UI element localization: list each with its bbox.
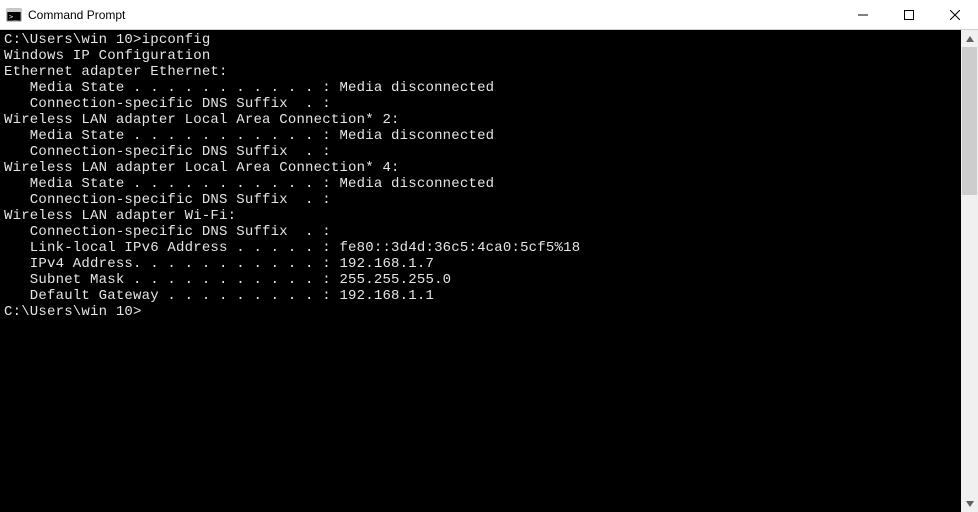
window-titlebar: >_ Command Prompt bbox=[0, 0, 978, 30]
output-line: Media State . . . . . . . . . . . : Medi… bbox=[4, 128, 957, 144]
content-area: C:\Users\win 10>ipconfigWindows IP Confi… bbox=[0, 30, 978, 512]
output-heading: Windows IP Configuration bbox=[4, 48, 957, 64]
adapter-header: Wireless LAN adapter Local Area Connecti… bbox=[4, 160, 957, 176]
adapter-header: Ethernet adapter Ethernet: bbox=[4, 64, 957, 80]
output-line: Default Gateway . . . . . . . . . : 192.… bbox=[4, 288, 957, 304]
prompt-line: C:\Users\win 10> bbox=[4, 304, 957, 320]
maximize-button[interactable] bbox=[886, 0, 932, 29]
window-title: Command Prompt bbox=[28, 8, 840, 22]
terminal-output[interactable]: C:\Users\win 10>ipconfigWindows IP Confi… bbox=[0, 30, 961, 512]
prompt-line: C:\Users\win 10>ipconfig bbox=[4, 32, 957, 48]
window-controls bbox=[840, 0, 978, 29]
close-button[interactable] bbox=[932, 0, 978, 29]
vertical-scrollbar[interactable] bbox=[961, 30, 978, 512]
output-line: Subnet Mask . . . . . . . . . . . : 255.… bbox=[4, 272, 957, 288]
scroll-up-button[interactable] bbox=[961, 30, 978, 47]
minimize-button[interactable] bbox=[840, 0, 886, 29]
adapter-header: Wireless LAN adapter Local Area Connecti… bbox=[4, 112, 957, 128]
scrollbar-track[interactable] bbox=[961, 47, 978, 495]
scroll-down-button[interactable] bbox=[961, 495, 978, 512]
scrollbar-thumb[interactable] bbox=[962, 47, 977, 195]
svg-text:>_: >_ bbox=[9, 13, 18, 21]
output-line: Connection-specific DNS Suffix . : bbox=[4, 192, 957, 208]
output-line: IPv4 Address. . . . . . . . . . . : 192.… bbox=[4, 256, 957, 272]
output-line: Media State . . . . . . . . . . . : Medi… bbox=[4, 176, 957, 192]
output-line: Connection-specific DNS Suffix . : bbox=[4, 224, 957, 240]
output-line: Media State . . . . . . . . . . . : Medi… bbox=[4, 80, 957, 96]
output-line: Connection-specific DNS Suffix . : bbox=[4, 96, 957, 112]
output-line: Connection-specific DNS Suffix . : bbox=[4, 144, 957, 160]
app-icon: >_ bbox=[6, 7, 22, 23]
adapter-header: Wireless LAN adapter Wi-Fi: bbox=[4, 208, 957, 224]
output-line: Link-local IPv6 Address . . . . . : fe80… bbox=[4, 240, 957, 256]
